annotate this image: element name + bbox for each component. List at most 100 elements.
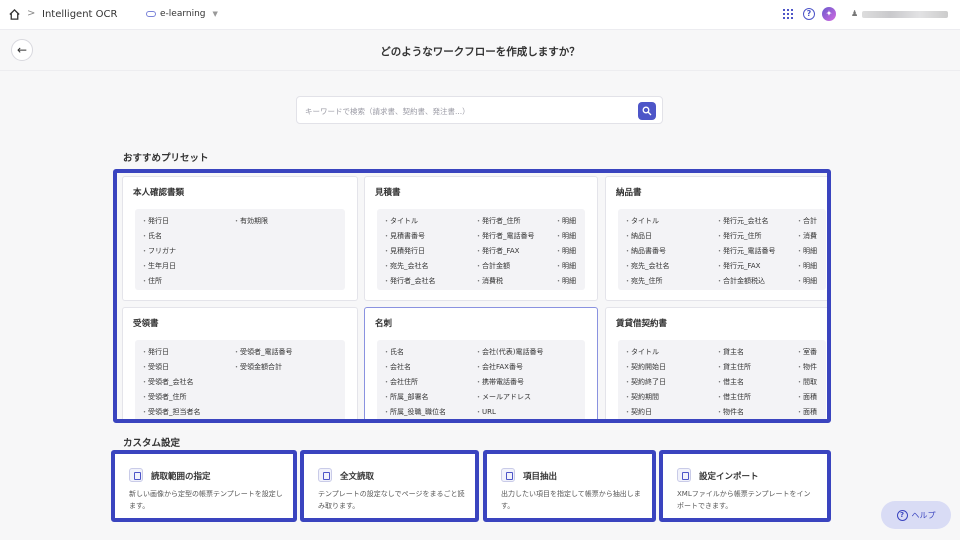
- preset-card-title: 名刺: [375, 319, 393, 329]
- custom-setting-card[interactable]: 項目抽出出力したい項目を指定して帳票から抽出します。: [483, 450, 656, 522]
- preset-field: 発行元_FAX: [716, 259, 776, 274]
- preset-field: 契約期間: [624, 390, 666, 405]
- preset-field: 契約日: [624, 405, 666, 419]
- preset-field: 氏名: [383, 345, 446, 360]
- preset-field: 見積発行日: [383, 244, 436, 259]
- preset-field: 受領日: [141, 360, 201, 375]
- preset-card-title: 本人確認書類: [133, 188, 185, 198]
- preset-field: 納品日: [624, 229, 670, 244]
- preset-field-column: 発行者_住所発行者_電話番号発行者_FAX合計金額消費税: [475, 214, 535, 289]
- preset-field: フリガナ: [141, 244, 176, 259]
- preset-field: 携帯電話番号: [475, 375, 543, 390]
- preset-field: 物件: [796, 360, 817, 375]
- preset-field: 氏名: [141, 229, 176, 244]
- search-icon: [642, 106, 652, 116]
- preset-field-column: 受領者_電話番号受領金額合計: [233, 345, 293, 375]
- workspace-selector[interactable]: e-learning ▼: [146, 9, 218, 19]
- custom-setting-description: XMLファイルから帳票テンプレートをインポートできます。: [677, 490, 811, 510]
- preset-field: 発行者_FAX: [475, 244, 535, 259]
- preset-field: 物件名: [716, 405, 751, 419]
- preset-field: 発行元_住所: [716, 229, 776, 244]
- preset-field-column: 氏名会社名会社住所所属_部署名所属_役職_職位名: [383, 345, 446, 419]
- custom-section-title: カスタム設定: [123, 438, 181, 449]
- preset-field: 明細: [555, 244, 576, 259]
- text-lines-icon: [318, 468, 332, 482]
- preset-field: 受領者_住所: [141, 390, 201, 405]
- preset-field: 発行日: [141, 345, 201, 360]
- ai-assistant-icon[interactable]: ✦: [822, 7, 836, 21]
- preset-card[interactable]: 賃貸借契約書タイトル契約開始日契約終了日契約期間契約日 貸主名貸主住所借主名借主住…: [605, 307, 827, 419]
- preset-field: 住所: [141, 274, 176, 289]
- presets-grid: 本人確認書類発行日氏名フリガナ生年月日住所有効期限見積書タイトル見積書番号見積発…: [113, 169, 831, 423]
- preset-field: 宛先_住所: [624, 274, 670, 289]
- preset-card[interactable]: 見積書タイトル見積書番号見積発行日宛先_会社名発行者_会社名発行者_住所発行者_…: [364, 176, 598, 301]
- preset-field: 会社FAX番号: [475, 360, 543, 375]
- apps-grid-icon[interactable]: [783, 9, 793, 19]
- custom-setting-label: 設定インポート: [699, 472, 759, 482]
- preset-field: 受領者_電話番号: [233, 345, 293, 360]
- home-icon[interactable]: [8, 8, 21, 21]
- help-button[interactable]: ? ヘルプ: [881, 501, 951, 529]
- custom-setting-label: 全文読取: [340, 472, 375, 482]
- preset-field: タイトル: [624, 345, 666, 360]
- preset-field: 契約終了日: [624, 375, 666, 390]
- preset-field: 納品書番号: [624, 244, 670, 259]
- preset-field-column: タイトル見積書番号見積発行日宛先_会社名発行者_会社名: [383, 214, 436, 289]
- import-icon: [677, 468, 691, 482]
- preset-field: 宛先_会社名: [383, 259, 436, 274]
- preset-field: 宛先_会社名: [624, 259, 670, 274]
- custom-setting-card[interactable]: 読取範囲の指定 新しい画像から定型の帳票テンプレートを設定します。: [111, 450, 297, 522]
- preset-field: 会社名: [383, 360, 446, 375]
- preset-field: 合計金額税込: [716, 274, 776, 289]
- preset-card[interactable]: 名刺氏名会社名会社住所所属_部署名所属_役職_職位名会社(代表)電話番号会社FA…: [364, 307, 598, 419]
- top-bar: > Intelligent OCR e-learning ▼ ? ✦ ♟: [0, 0, 960, 30]
- preset-field: 明細: [796, 244, 817, 259]
- custom-setting-card[interactable]: 全文読取 テンプレートの設定なしでページをまるごと読み取ります。: [300, 450, 479, 522]
- preset-field: 借主名: [716, 375, 751, 390]
- custom-setting-label: 項目抽出: [523, 472, 558, 482]
- chevron-down-icon: ▼: [212, 10, 218, 18]
- preset-field-list: 氏名会社名会社住所所属_部署名所属_役職_職位名会社(代表)電話番号会社FAX番…: [377, 340, 585, 419]
- preset-field: 受領金額合計: [233, 360, 293, 375]
- preset-field: 明細: [796, 259, 817, 274]
- preset-card-title: 受領書: [133, 319, 159, 329]
- preset-field: 発行者_電話番号: [475, 229, 535, 244]
- custom-setting-description: 新しい画像から定型の帳票テンプレートを設定します。: [129, 490, 283, 510]
- custom-setting-card[interactable]: 設定インポート XMLファイルから帳票テンプレートをインポートできます。: [659, 450, 831, 522]
- search-button[interactable]: [638, 102, 656, 120]
- preset-card[interactable]: 本人確認書類発行日氏名フリガナ生年月日住所 有効期限: [122, 176, 358, 301]
- preset-field: 発行者_住所: [475, 214, 535, 229]
- preset-field: 発行日: [141, 214, 176, 229]
- preset-field: 消費: [796, 229, 817, 244]
- preset-card[interactable]: 納品書タイトル納品日納品書番号宛先_会社名宛先_住所発行元_会社名発行元_住所発…: [605, 176, 827, 301]
- workspace-name: e-learning: [160, 9, 206, 19]
- preset-field-column: 合計消費明細明細明細: [796, 214, 817, 289]
- preset-field-list: タイトル見積書番号見積発行日宛先_会社名発行者_会社名発行者_住所発行者_電話番…: [377, 209, 585, 290]
- preset-field: 合計金額: [475, 259, 535, 274]
- preset-field: 所属_役職_職位名: [383, 405, 446, 419]
- user-icon[interactable]: ♟: [851, 9, 858, 18]
- preset-field: 受領者_担当者名: [141, 405, 201, 419]
- preset-field: 合計: [796, 214, 817, 229]
- preset-card[interactable]: 受領書発行日受領日受領者_会社名受領者_住所受領者_担当者名 受領者_電話番号受領…: [122, 307, 358, 419]
- header-divider: [0, 70, 960, 71]
- help-icon: ?: [896, 509, 908, 521]
- preset-card-title: 見積書: [375, 188, 401, 198]
- help-circle-icon[interactable]: ?: [803, 8, 815, 20]
- app-name[interactable]: Intelligent OCR: [42, 9, 117, 20]
- preset-field: メールアドレス: [475, 390, 543, 405]
- preset-field: 所属_部署名: [383, 390, 446, 405]
- preset-field: 間取: [796, 375, 817, 390]
- search-input[interactable]: [305, 103, 625, 119]
- preset-field: 受領者_会社名: [141, 375, 201, 390]
- preset-card-title: 賃貸借契約書: [616, 319, 668, 329]
- preset-field: 消費税: [475, 274, 535, 289]
- preset-field: 発行者_会社名: [383, 274, 436, 289]
- preset-field: URL: [475, 405, 543, 419]
- preset-field: 明細: [555, 274, 576, 289]
- preset-field: タイトル: [383, 214, 436, 229]
- preset-field: 生年月日: [141, 259, 176, 274]
- preset-card-title: 納品書: [616, 188, 642, 198]
- user-name-blurred[interactable]: [862, 11, 948, 18]
- custom-setting-description: 出力したい項目を指定して帳票から抽出します。: [501, 490, 641, 510]
